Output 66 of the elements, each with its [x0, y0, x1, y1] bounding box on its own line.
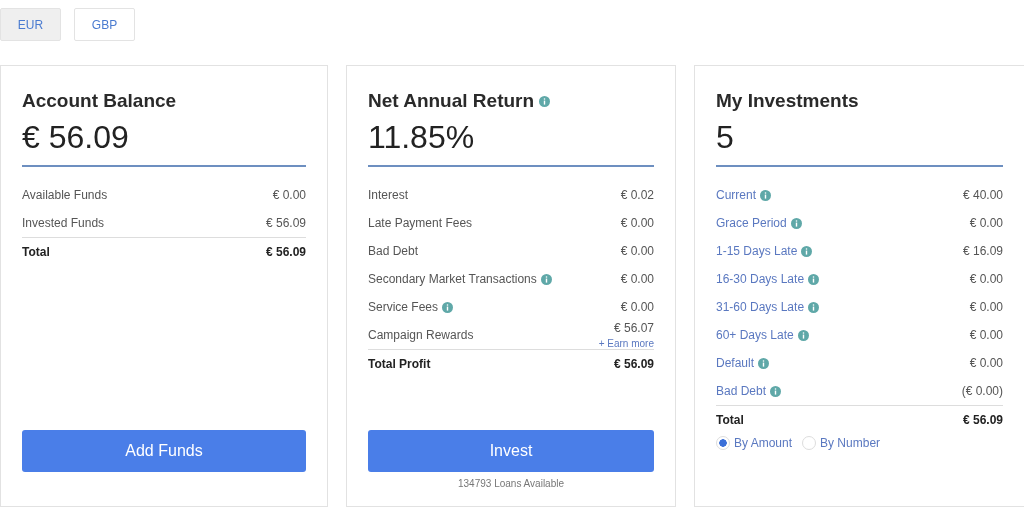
row-value: € 0.00 [969, 328, 1003, 342]
row-value: € 40.00 [962, 188, 1003, 202]
row-label: Interest [368, 188, 409, 202]
row-link[interactable]: Bad Debt [716, 384, 767, 398]
info-icon[interactable] [808, 273, 820, 285]
row-value: € 0.00 [969, 300, 1003, 314]
card-value: 11.85% [368, 118, 476, 156]
info-icon[interactable] [758, 357, 770, 369]
row-label: Secondary Market Transactions [368, 272, 537, 286]
row-label: Invested Funds [22, 216, 105, 230]
row-label: Available Funds [22, 188, 108, 202]
total-value: € 56.09 [613, 357, 654, 371]
card-value: € 56.09 [22, 118, 130, 156]
info-icon[interactable] [760, 189, 771, 201]
row-label: Bad Debt [368, 244, 419, 258]
loans-available-note: 134793 Loans Available [458, 478, 564, 489]
card-title: My Investments [716, 90, 859, 112]
row-value: € 16.09 [962, 244, 1003, 258]
row-value: € 0.02 [620, 188, 654, 202]
radio-label[interactable]: By Number [820, 436, 881, 450]
earn-more-link[interactable]: + Earn more [598, 338, 654, 349]
row-value: € 0.00 [620, 244, 654, 258]
radio-option[interactable]: By Amount [716, 436, 793, 450]
row-link[interactable]: 1-15 Days Late [716, 244, 798, 258]
row-value: € 56.07 [613, 321, 654, 335]
row-value: € 56.09 [265, 216, 306, 230]
row-value: € 0.00 [620, 300, 654, 314]
info-icon[interactable] [790, 217, 802, 229]
row-value: € 0.00 [969, 216, 1003, 230]
total-label: Total [716, 413, 744, 427]
row-value: € 0.00 [272, 188, 306, 202]
row-link[interactable]: 31-60 Days Late [716, 300, 805, 314]
total-value: € 56.09 [962, 413, 1003, 427]
info-icon[interactable] [801, 245, 813, 257]
radio-button[interactable] [716, 436, 730, 450]
row-value: € 0.00 [620, 216, 654, 230]
currency-tab[interactable]: GBP [74, 8, 135, 41]
total-label: Total [22, 245, 50, 259]
info-icon[interactable] [539, 95, 551, 107]
card-title: Net Annual Return [368, 90, 535, 112]
radio-label[interactable]: By Amount [734, 436, 793, 450]
row-value: (€ 0.00) [961, 384, 1003, 398]
row-link[interactable]: Grace Period [716, 216, 787, 230]
card-value: 5 [716, 118, 735, 156]
row-link[interactable]: 16-30 Days Late [716, 272, 805, 286]
info-icon[interactable] [797, 329, 809, 341]
row-value: € 0.00 [969, 356, 1003, 370]
row-value: € 0.00 [969, 272, 1003, 286]
currency-tab[interactable]: EUR [0, 8, 61, 41]
row-label: Late Payment Fees [368, 216, 473, 230]
info-icon[interactable] [540, 273, 552, 285]
action-button[interactable]: Invest [368, 430, 654, 472]
row-label: Service Fees [368, 300, 439, 314]
row-value: € 0.00 [620, 272, 654, 286]
row-label: Campaign Rewards [368, 328, 474, 342]
radio-option[interactable]: By Number [802, 436, 881, 450]
info-icon[interactable] [808, 301, 820, 313]
row-link[interactable]: Current [716, 188, 756, 202]
info-icon[interactable] [770, 385, 782, 397]
action-button[interactable]: Add Funds [22, 430, 306, 472]
row-link[interactable]: 60+ Days Late [716, 328, 794, 342]
row-link[interactable]: Default [716, 356, 755, 370]
total-label: Total Profit [368, 357, 431, 371]
card-title: Account Balance [22, 90, 177, 112]
total-value: € 56.09 [265, 245, 306, 259]
info-icon[interactable] [442, 301, 454, 313]
